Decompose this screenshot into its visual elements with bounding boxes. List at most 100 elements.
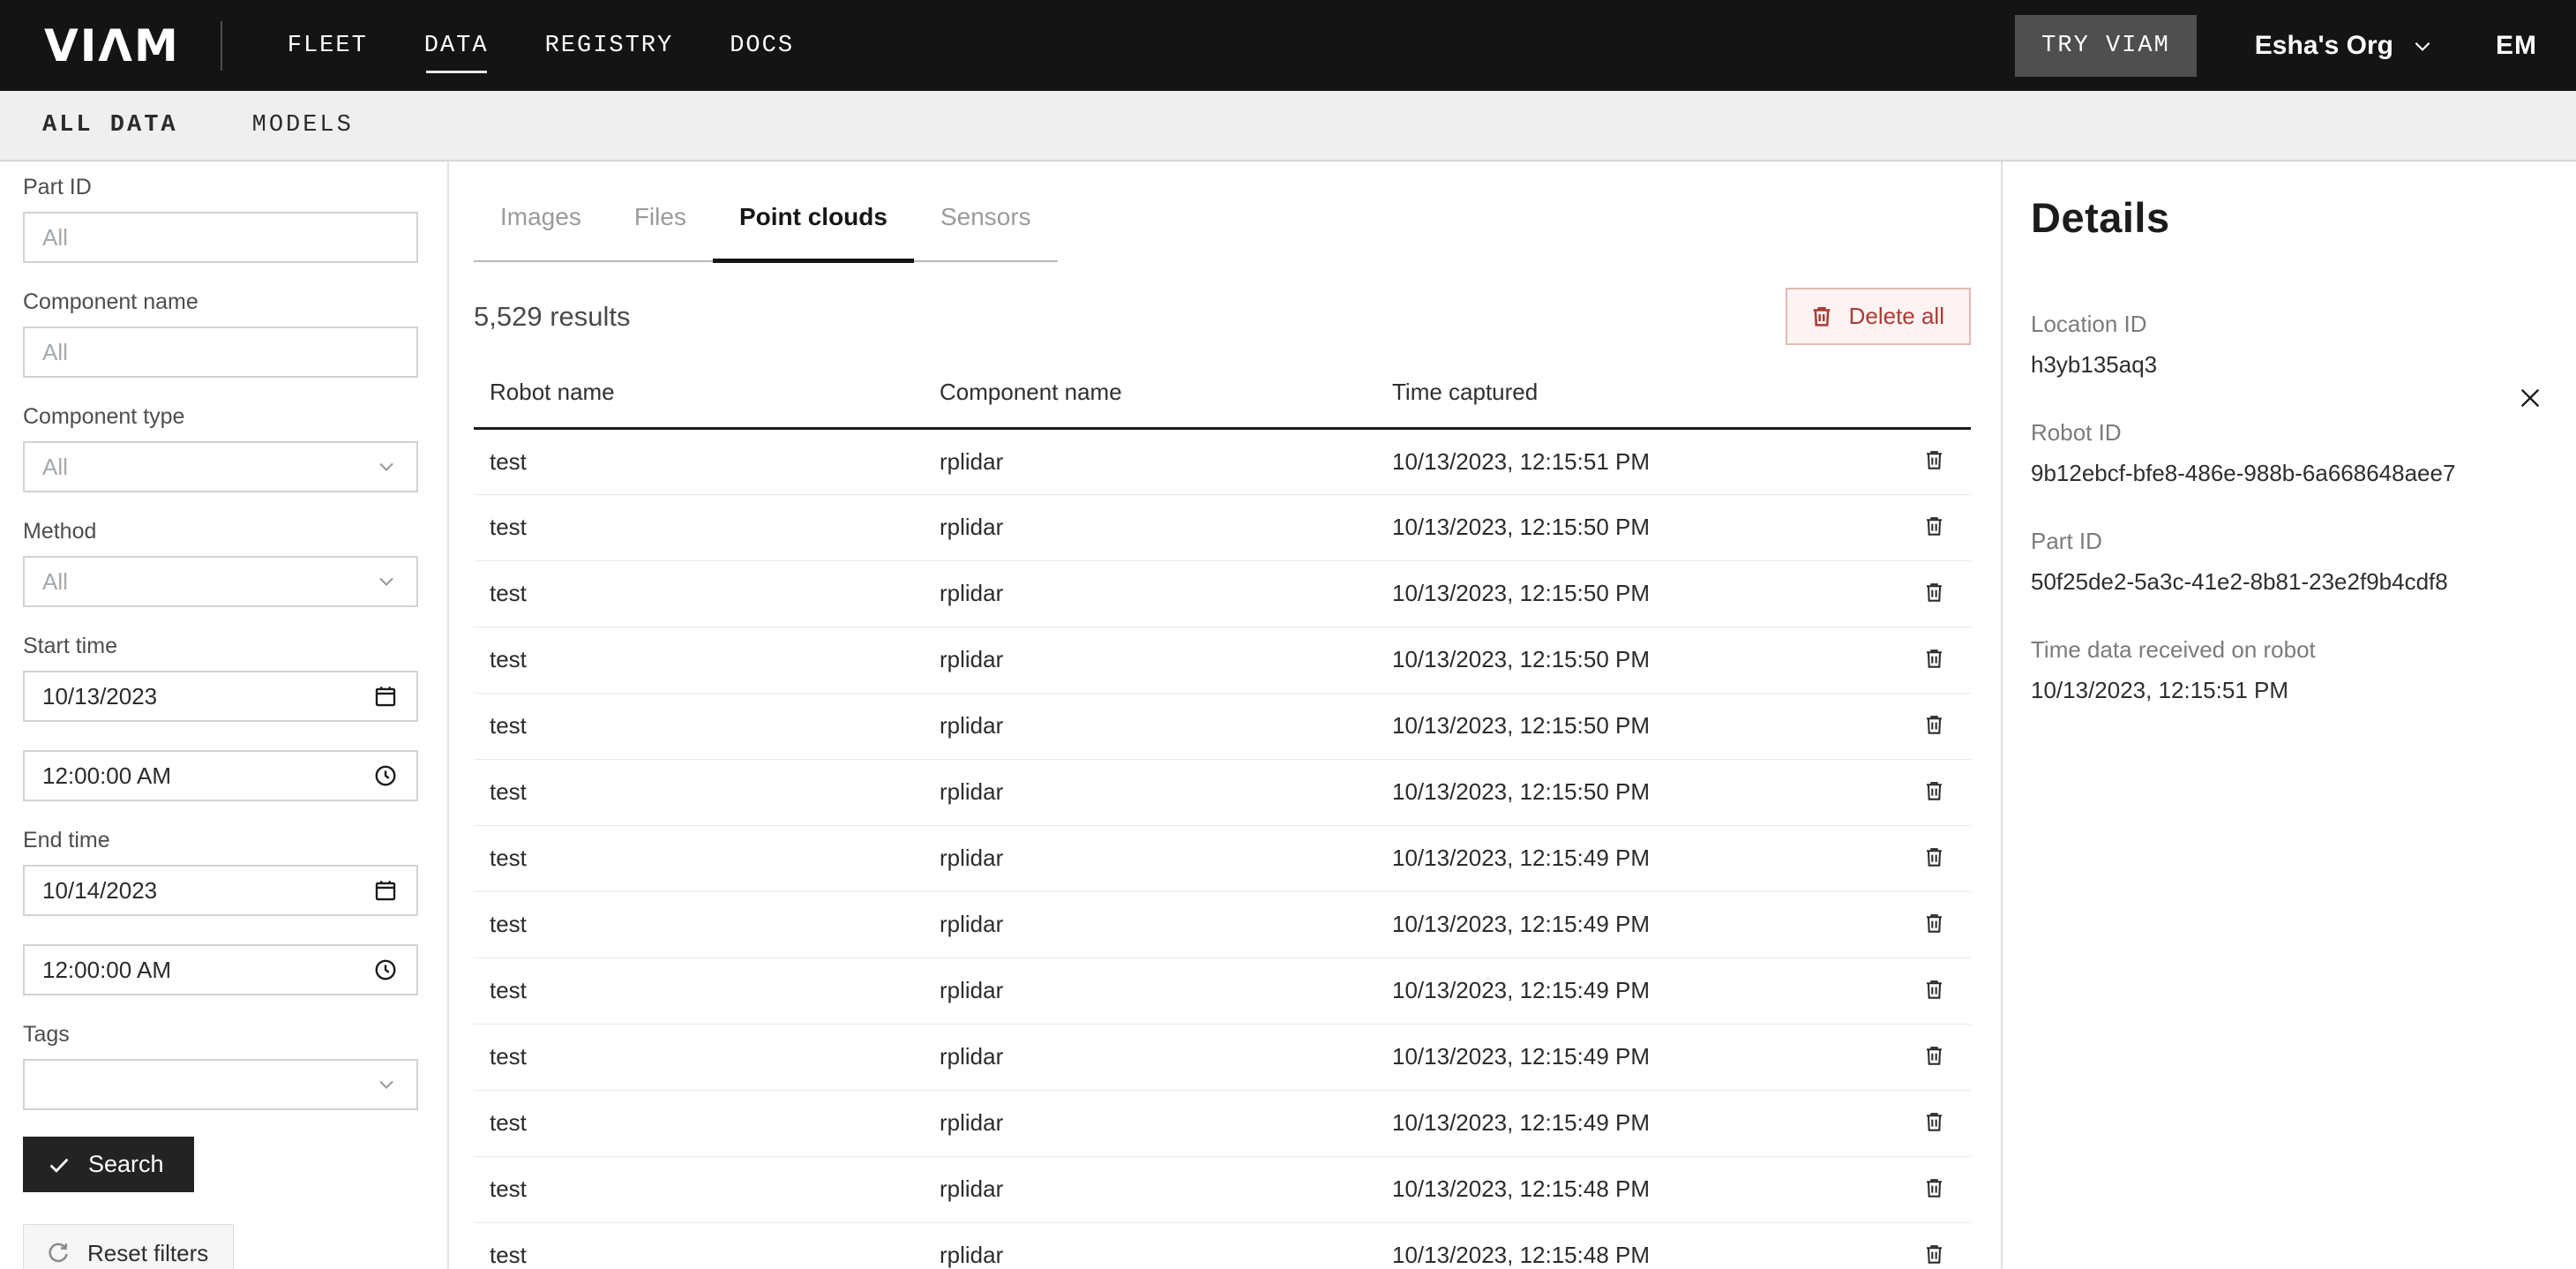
end-date-value: 10/14/2023 <box>42 877 157 905</box>
time-captured-cell: 10/13/2023, 12:15:50 PM <box>1376 693 1897 759</box>
robot-name-cell: test <box>474 1090 924 1156</box>
delete-row-button[interactable] <box>1918 444 1951 477</box>
nav-item[interactable]: DATA <box>424 33 489 59</box>
details-field: Robot ID 9b12ebcf-bfe8-486e-988b-6a66864… <box>2031 419 2541 487</box>
robot-name-cell: test <box>474 693 924 759</box>
table-row[interactable]: test rplidar 10/13/2023, 12:15:50 PM <box>474 693 1971 759</box>
data-type-tab[interactable]: Files <box>608 197 713 263</box>
start-time-label: Start time <box>23 634 424 659</box>
table-row[interactable]: test rplidar 10/13/2023, 12:15:49 PM <box>474 1024 1971 1090</box>
details-field-label: Part ID <box>2031 528 2541 555</box>
component-name-cell: rplidar <box>924 428 1376 494</box>
check-icon <box>46 1152 72 1178</box>
table-row[interactable]: test rplidar 10/13/2023, 12:15:51 PM <box>474 428 1971 494</box>
table-row[interactable]: test rplidar 10/13/2023, 12:15:48 PM <box>474 1222 1971 1269</box>
part-id-input[interactable] <box>23 212 418 263</box>
table-row[interactable]: test rplidar 10/13/2023, 12:15:50 PM <box>474 560 1971 627</box>
trash-icon <box>1921 712 1947 738</box>
delete-row-button[interactable] <box>1918 1172 1951 1205</box>
method-select[interactable]: All <box>23 556 418 607</box>
table-body: test rplidar 10/13/2023, 12:15:51 PM t <box>474 428 1971 1269</box>
delete-all-button[interactable]: Delete all <box>1786 288 1971 345</box>
delete-all-label: Delete all <box>1849 303 1944 330</box>
component-name-cell: rplidar <box>924 627 1376 693</box>
table-row[interactable]: test rplidar 10/13/2023, 12:15:50 PM <box>474 759 1971 825</box>
start-clock-input[interactable]: 12:00:00 AM <box>23 750 418 801</box>
delete-row-button[interactable] <box>1918 510 1951 543</box>
delete-row-button[interactable] <box>1918 709 1951 741</box>
table-row[interactable]: test rplidar 10/13/2023, 12:15:49 PM <box>474 891 1971 957</box>
delete-row-button[interactable] <box>1918 576 1951 609</box>
calendar-icon[interactable] <box>372 683 399 710</box>
filter-part-id: Part ID <box>23 175 424 263</box>
delete-row-button[interactable] <box>1918 1106 1951 1138</box>
component-name-cell: rplidar <box>924 1222 1376 1269</box>
column-actions <box>1897 379 1971 429</box>
org-switcher[interactable]: Esha's Org <box>2255 31 2434 61</box>
calendar-icon[interactable] <box>372 877 399 904</box>
delete-row-button[interactable] <box>1918 775 1951 807</box>
tags-select[interactable] <box>23 1059 418 1110</box>
robot-name-cell: test <box>474 891 924 957</box>
user-avatar[interactable]: EM <box>2496 31 2537 61</box>
clock-icon[interactable] <box>372 762 399 789</box>
delete-row-button[interactable] <box>1918 642 1951 675</box>
details-field-value: 50f25de2-5a3c-41e2-8b81-23e2f9b4cdf8 <box>2031 568 2541 596</box>
robot-name-cell: test <box>474 627 924 693</box>
trash-icon <box>1921 778 1947 804</box>
end-date-input[interactable]: 10/14/2023 <box>23 865 418 916</box>
nav-item[interactable]: DOCS <box>730 33 794 59</box>
column-robot-name: Robot name <box>474 379 924 429</box>
viam-logo[interactable]: VIΛM <box>44 20 180 71</box>
search-button[interactable]: Search <box>23 1137 194 1192</box>
component-name-cell: rplidar <box>924 1090 1376 1156</box>
delete-row-button[interactable] <box>1918 841 1951 874</box>
component-name-cell: rplidar <box>924 560 1376 627</box>
component-type-select[interactable]: All <box>23 441 418 492</box>
delete-row-button[interactable] <box>1918 973 1951 1006</box>
nav-item[interactable]: FLEET <box>288 33 368 59</box>
trash-icon <box>1921 977 1947 1002</box>
data-type-tab[interactable]: Sensors <box>914 197 1058 263</box>
refresh-icon <box>45 1241 71 1267</box>
component-name-cell: rplidar <box>924 825 1376 891</box>
nav-item[interactable]: REGISTRY <box>545 33 674 59</box>
component-name-cell: rplidar <box>924 1156 1376 1222</box>
results-count: 5,529 results <box>474 301 631 333</box>
component-name-input[interactable] <box>23 327 418 378</box>
trash-icon <box>1921 514 1947 539</box>
filter-start-time: Start time 10/13/2023 12:00:00 AM <box>23 634 424 801</box>
robot-name-cell: test <box>474 1156 924 1222</box>
delete-row-button[interactable] <box>1918 1238 1951 1269</box>
end-clock-input[interactable]: 12:00:00 AM <box>23 944 418 995</box>
top-navigation: VIΛM FLEET DATA REGISTRY DOCS TRY VIAM Esha… <box>0 0 2576 91</box>
org-name: Esha's Org <box>2255 31 2393 61</box>
subnav-item[interactable]: MODELS <box>252 112 354 139</box>
results-row: 5,529 results Delete all <box>474 287 1971 347</box>
robot-name-cell: test <box>474 825 924 891</box>
data-type-tab[interactable]: Point clouds <box>713 197 914 263</box>
details-field-label: Robot ID <box>2031 419 2541 447</box>
close-details-button[interactable] <box>2514 382 2546 414</box>
table-row[interactable]: test rplidar 10/13/2023, 12:15:50 PM <box>474 627 1971 693</box>
time-captured-cell: 10/13/2023, 12:15:50 PM <box>1376 494 1897 560</box>
table-row[interactable]: test rplidar 10/13/2023, 12:15:48 PM <box>474 1156 1971 1222</box>
reset-filters-button[interactable]: Reset filters <box>23 1224 234 1269</box>
time-captured-cell: 10/13/2023, 12:15:50 PM <box>1376 759 1897 825</box>
details-field: Location ID h3yb135aq3 <box>2031 311 2541 379</box>
table-row[interactable]: test rplidar 10/13/2023, 12:15:49 PM <box>474 1090 1971 1156</box>
delete-row-button[interactable] <box>1918 907 1951 940</box>
data-type-tab[interactable]: Images <box>474 197 608 263</box>
column-component-name: Component name <box>924 379 1376 429</box>
table-row[interactable]: test rplidar 10/13/2023, 12:15:49 PM <box>474 957 1971 1024</box>
subnav-item[interactable]: ALL DATA <box>42 112 178 139</box>
clock-icon[interactable] <box>372 957 399 983</box>
table-row[interactable]: test rplidar 10/13/2023, 12:15:49 PM <box>474 825 1971 891</box>
start-date-input[interactable]: 10/13/2023 <box>23 671 418 722</box>
table-row[interactable]: test rplidar 10/13/2023, 12:15:50 PM <box>474 494 1971 560</box>
main-nav: FLEET DATA REGISTRY DOCS <box>288 33 794 59</box>
try-viam-button[interactable]: TRY VIAM <box>2015 15 2197 77</box>
delete-row-button[interactable] <box>1918 1040 1951 1072</box>
trash-icon <box>1921 1109 1947 1135</box>
component-name-label: Component name <box>23 289 424 315</box>
